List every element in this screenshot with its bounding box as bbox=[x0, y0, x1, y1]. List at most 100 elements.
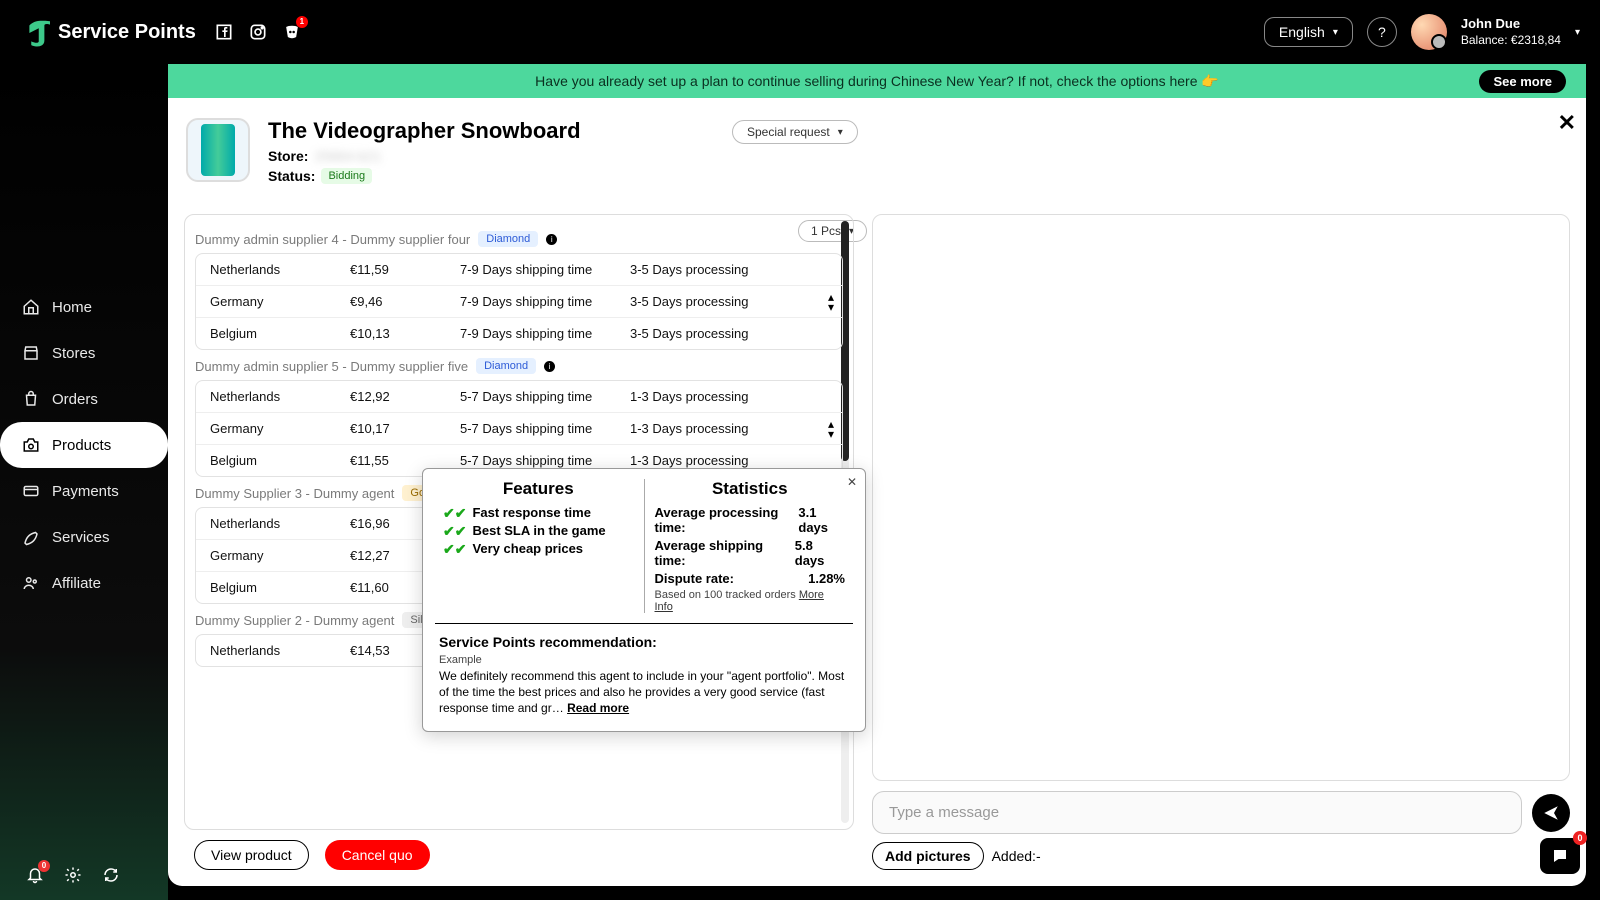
logo-icon bbox=[20, 17, 50, 47]
stat-footnote: Based on 100 tracked orders More Info bbox=[655, 589, 846, 613]
status-badge: Bidding bbox=[321, 168, 372, 184]
processing: 3-5 Days processing bbox=[630, 262, 800, 277]
stat-ship-value: 5.8 days bbox=[795, 538, 845, 568]
special-request-dropdown[interactable]: Special request ▾ bbox=[732, 120, 858, 144]
supplier-tier-badge: Diamond bbox=[476, 358, 536, 374]
country: Netherlands bbox=[210, 262, 350, 277]
cancel-quote-button[interactable]: Cancel quo bbox=[325, 840, 430, 870]
products-icon bbox=[22, 436, 40, 454]
processing: 3-5 Days processing bbox=[630, 294, 800, 309]
shipping: 7-9 Days shipping time bbox=[460, 262, 630, 277]
supplier-name: Dummy Supplier 3 - Dummy agent bbox=[195, 486, 394, 501]
info-icon[interactable]: i bbox=[544, 361, 555, 372]
vertical-divider bbox=[644, 479, 645, 613]
price-row[interactable]: Netherlands€12,925-7 Days shipping time1… bbox=[196, 381, 842, 412]
bell-icon[interactable]: 0 bbox=[26, 866, 44, 884]
shipping: 5-7 Days shipping time bbox=[460, 389, 630, 404]
banner-text: Have you already set up a plan to contin… bbox=[535, 73, 1219, 90]
promo-banner: Have you already set up a plan to contin… bbox=[168, 64, 1586, 98]
sidebar-item-home[interactable]: Home bbox=[0, 284, 168, 330]
read-more-link[interactable]: Read more bbox=[567, 701, 629, 715]
supplier-tier-badge: Diamond bbox=[478, 231, 538, 247]
discord-icon[interactable]: 1 bbox=[282, 22, 302, 42]
recommendation-body: We definitely recommend this agent to in… bbox=[439, 668, 849, 717]
stat-ship-label: Average shipping time: bbox=[655, 538, 795, 568]
price-row[interactable]: Germany€9,467-9 Days shipping time3-5 Da… bbox=[196, 285, 842, 317]
brand-logo[interactable]: Service Points bbox=[20, 17, 196, 47]
recommendation-heading: Service Points recommendation: bbox=[439, 634, 849, 650]
sidebar-item-label: Stores bbox=[52, 345, 95, 362]
sidebar-item-products[interactable]: Products bbox=[0, 422, 168, 468]
country: Belgium bbox=[210, 326, 350, 341]
chevron-down-icon: ▾ bbox=[828, 302, 834, 312]
home-icon bbox=[22, 298, 40, 316]
caret-down-icon: ▾ bbox=[1333, 27, 1338, 38]
bell-badge: 0 bbox=[38, 860, 50, 872]
sidebar-item-orders[interactable]: Orders bbox=[0, 376, 168, 422]
main-panel: Have you already set up a plan to contin… bbox=[168, 64, 1586, 886]
agent-info-popover: ✕ Features ✔✔Fast response time✔✔Best SL… bbox=[422, 468, 866, 732]
product-thumbnail[interactable] bbox=[186, 118, 250, 182]
facebook-icon[interactable] bbox=[214, 22, 234, 42]
sidebar: Home Stores Orders Products Payments Services… bbox=[0, 64, 168, 900]
add-pictures-button[interactable]: Add pictures bbox=[872, 842, 984, 870]
feature-item: ✔✔Best SLA in the game bbox=[443, 523, 634, 538]
language-select[interactable]: English ▾ bbox=[1264, 17, 1353, 47]
discord-badge: 1 bbox=[296, 16, 308, 28]
view-product-button[interactable]: View product bbox=[194, 840, 309, 870]
user-name: John Due bbox=[1461, 16, 1561, 33]
affiliate-icon bbox=[22, 574, 40, 592]
user-menu-caret[interactable]: ▾ bbox=[1575, 27, 1580, 38]
send-button[interactable] bbox=[1532, 794, 1570, 832]
refresh-icon[interactable] bbox=[102, 866, 120, 884]
avatar[interactable] bbox=[1411, 14, 1447, 50]
status-label: Status: bbox=[268, 168, 315, 184]
recommendation-example-label: Example bbox=[439, 654, 849, 666]
language-label: English bbox=[1279, 24, 1325, 40]
country: Netherlands bbox=[210, 643, 350, 658]
instagram-icon[interactable] bbox=[248, 22, 268, 42]
support-chat-fab[interactable]: 0 bbox=[1540, 838, 1580, 874]
sidebar-item-stores[interactable]: Stores bbox=[0, 330, 168, 376]
price-card[interactable]: Netherlands€11,597-9 Days shipping time3… bbox=[195, 253, 843, 350]
settings-icon[interactable] bbox=[64, 866, 82, 884]
supplier-header: Dummy admin supplier 5 - Dummy supplier … bbox=[195, 358, 843, 374]
sidebar-item-label: Products bbox=[52, 437, 111, 454]
price-row[interactable]: Germany€10,175-7 Days shipping time1-3 D… bbox=[196, 412, 842, 444]
social-icons: 1 bbox=[214, 22, 302, 42]
country: Germany bbox=[210, 421, 350, 436]
sidebar-item-label: Orders bbox=[52, 391, 98, 408]
country: Belgium bbox=[210, 453, 350, 468]
sidebar-item-affiliate[interactable]: Affiliate bbox=[0, 560, 168, 606]
user-info[interactable]: John Due Balance: €2318,84 bbox=[1461, 16, 1561, 48]
help-button[interactable]: ? bbox=[1367, 17, 1397, 47]
price-row[interactable]: Netherlands€11,597-9 Days shipping time3… bbox=[196, 254, 842, 285]
country: Germany bbox=[210, 294, 350, 309]
added-pictures-label: Added:- bbox=[992, 848, 1041, 864]
stat-dispute-value: 1.28% bbox=[808, 571, 845, 586]
stat-proc-value: 3.1 days bbox=[798, 505, 845, 535]
country: Belgium bbox=[210, 580, 350, 595]
price: €10,17 bbox=[350, 421, 460, 436]
close-button[interactable]: ✕ bbox=[1558, 110, 1576, 136]
banner-cta[interactable]: See more bbox=[1479, 70, 1566, 93]
chat-message-area bbox=[872, 214, 1570, 781]
sort-arrows[interactable]: ▴▾ bbox=[828, 292, 834, 312]
shipping: 7-9 Days shipping time bbox=[460, 326, 630, 341]
price-row[interactable]: Belgium€10,137-9 Days shipping time3-5 D… bbox=[196, 317, 842, 349]
topbar: Service Points 1 English ▾ ? John Due Ba… bbox=[0, 0, 1600, 64]
price-card[interactable]: Netherlands€12,925-7 Days shipping time1… bbox=[195, 380, 843, 477]
features-heading: Features bbox=[443, 479, 634, 499]
popover-close[interactable]: ✕ bbox=[847, 475, 857, 489]
sidebar-item-payments[interactable]: Payments bbox=[0, 468, 168, 514]
shipping: 5-7 Days shipping time bbox=[460, 453, 630, 468]
store-label: Store: bbox=[268, 148, 308, 164]
orders-icon bbox=[22, 390, 40, 408]
sort-arrows[interactable]: ▴▾ bbox=[828, 419, 834, 439]
info-icon[interactable]: i bbox=[546, 234, 557, 245]
chat-input[interactable]: Type a message bbox=[872, 791, 1522, 834]
sidebar-item-label: Services bbox=[52, 529, 110, 546]
sidebar-item-services[interactable]: Services bbox=[0, 514, 168, 560]
shipping: 5-7 Days shipping time bbox=[460, 421, 630, 436]
product-title: The Videographer Snowboard bbox=[268, 118, 581, 144]
